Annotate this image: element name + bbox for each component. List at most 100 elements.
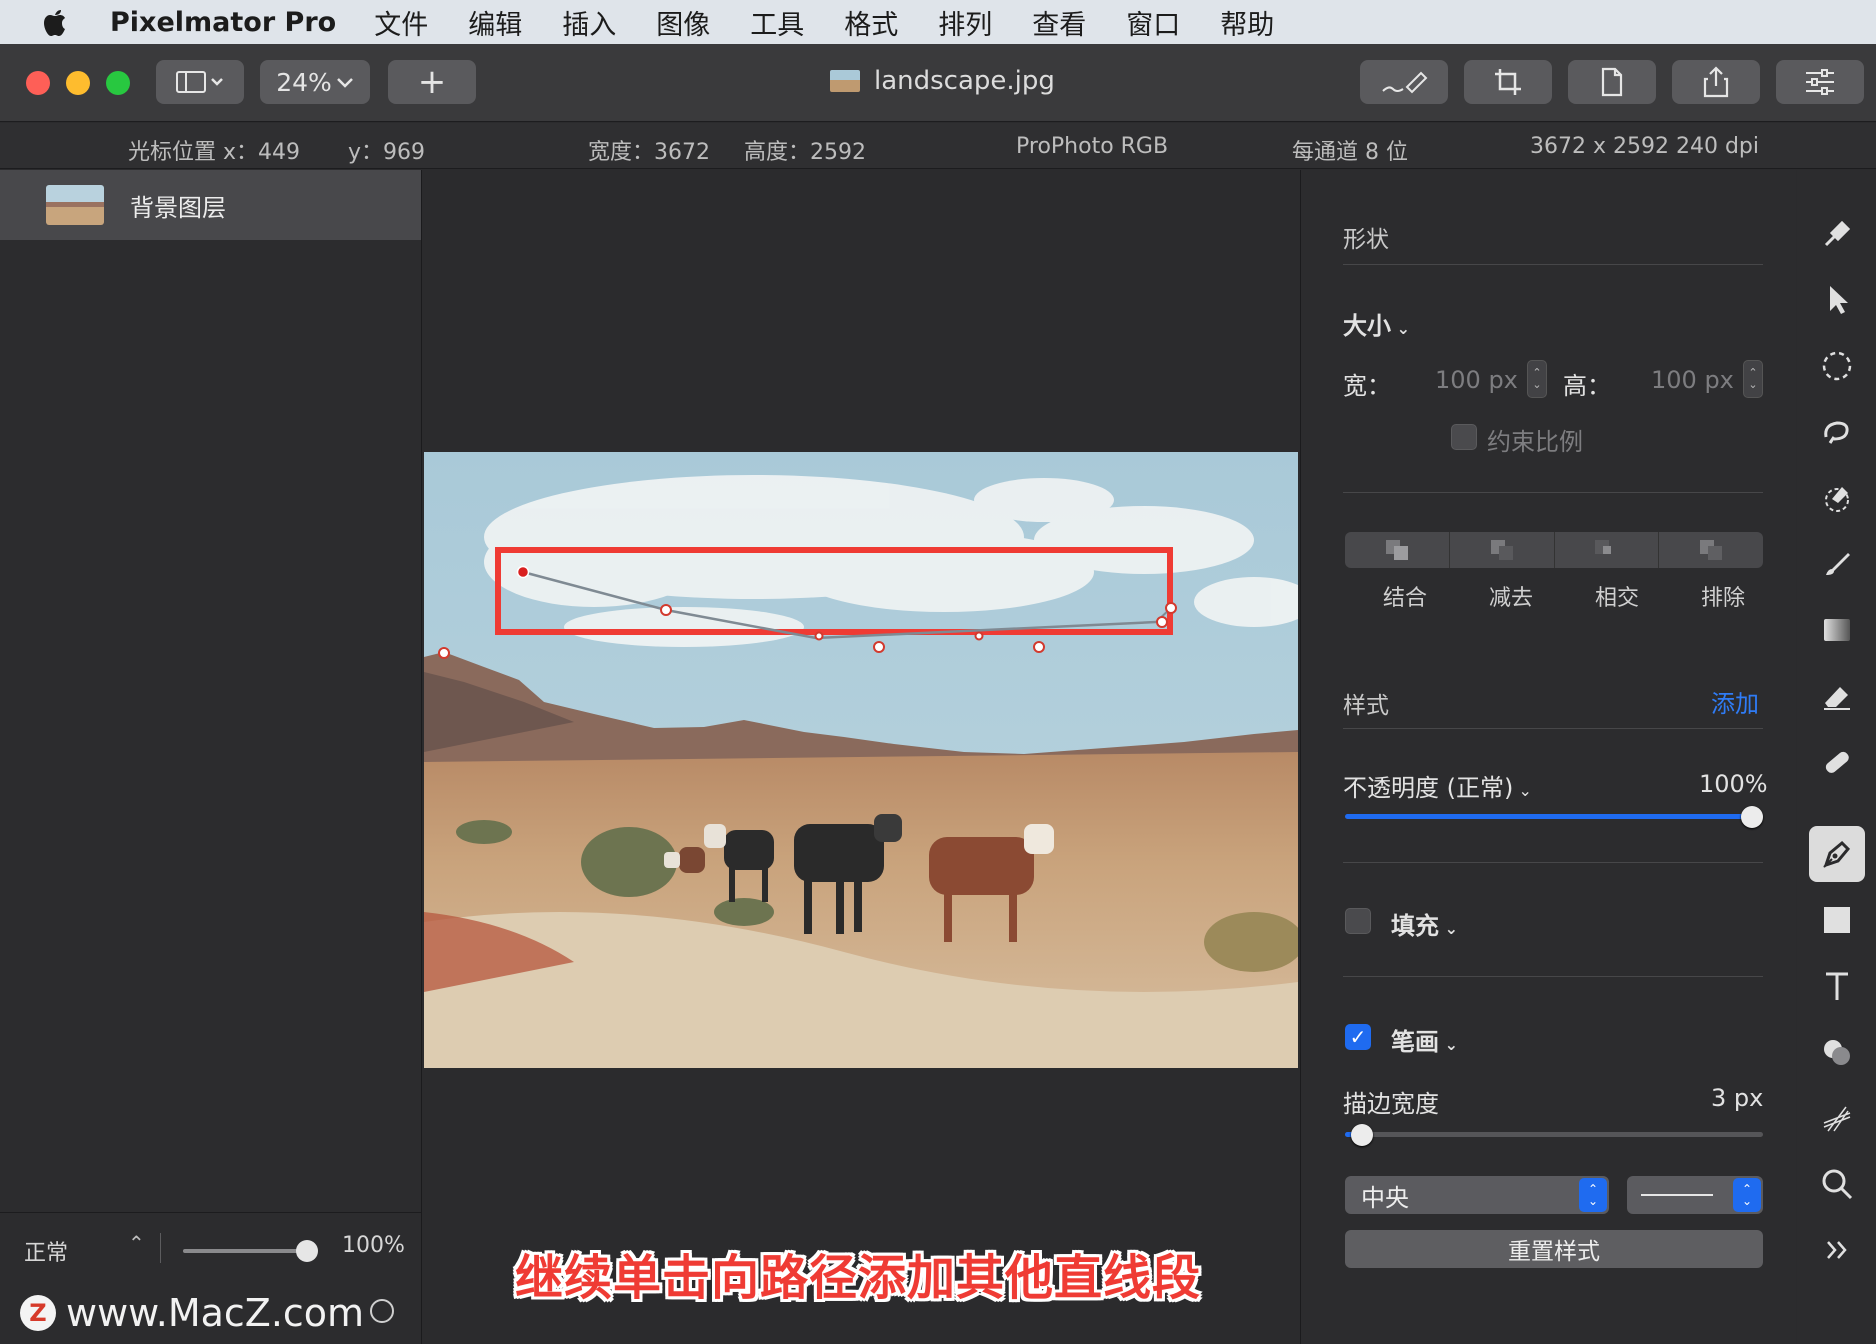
zoom-tool[interactable] [1809,1156,1865,1212]
pen-tool[interactable] [1809,826,1865,882]
color-profile: ProPhoto RGB [1016,134,1169,159]
menu-view[interactable]: 查看 [1032,3,1086,42]
quick-selection-tool[interactable] [1809,404,1865,460]
path-start-point[interactable] [516,565,530,579]
fill-section-toggle[interactable]: 填充 ⌄ [1391,906,1458,941]
paint-brush-style-icon [1824,220,1851,247]
clone-tool[interactable] [1809,1024,1865,1080]
layer-opacity-value: 100% [342,1233,405,1258]
image-width: 宽度：3672 [588,140,710,165]
subtract-label: 减去 [1489,586,1534,611]
combine-button[interactable] [1345,532,1450,568]
lasso-icon [1824,421,1849,444]
height-field[interactable]: 100 px [1651,366,1734,394]
stroke-position-select[interactable]: 中央 ⌃ ⌄ [1345,1176,1609,1214]
menu-file[interactable]: 文件 [374,3,428,42]
add-style-link[interactable]: 添加 [1711,684,1759,719]
stroke-section-toggle[interactable]: 笔画 ⌄ [1391,1022,1458,1057]
path-anchor-point[interactable] [660,604,672,616]
shape-tool[interactable] [1809,892,1865,948]
layer-opacity-slider-knob[interactable] [296,1240,318,1262]
vector-path-overlay[interactable] [423,170,1299,1344]
opacity-label: 不透明度 (正常) [1343,774,1514,802]
solid-line-icon [1641,1194,1713,1196]
layer-options-icon[interactable] [370,1299,394,1323]
menu-format[interactable]: 格式 [844,3,898,42]
width-field[interactable]: 100 px [1435,366,1518,394]
selection-tool[interactable] [1809,338,1865,394]
stroke-width-slider-knob[interactable] [1351,1124,1373,1146]
inspector-panel: 形状 大小 ⌄ 宽： 100 px ⌃ ⌄ 高： 100 px ⌃ ⌄ 约束比例 结… [1300,170,1796,1344]
opacity-blend-toggle[interactable]: 不透明度 (正常) ⌄ [1343,768,1532,803]
reset-style-button[interactable]: 重置样式 [1345,1230,1763,1268]
fill-checkbox[interactable] [1345,908,1371,934]
minimize-window-button[interactable] [66,71,90,95]
type-tool[interactable] [1809,958,1865,1014]
path-anchor-point[interactable] [814,631,824,641]
tutorial-caption: 继续单击向路径添加其他直线段 [514,1250,1201,1306]
intersect-icon [1595,540,1617,560]
menu-app-name[interactable]: Pixelmator Pro [110,7,336,38]
window-toolbar: 24% + landscape.jpg [0,44,1876,122]
path-anchor-point[interactable] [1033,641,1045,653]
layer-opacity-slider[interactable] [183,1249,313,1253]
combine-icon [1385,540,1408,560]
menu-help[interactable]: 帮助 [1220,3,1274,42]
exclude-button[interactable] [1659,532,1763,568]
path-anchor-point[interactable] [1165,602,1177,614]
distort-tool[interactable] [1809,1090,1865,1146]
sidebar-toggle-button[interactable] [156,60,244,104]
layer-row[interactable]: 背景图层 [0,170,421,240]
size-section-toggle[interactable]: 大小 ⌄ [1343,306,1410,341]
path-anchor-point[interactable] [974,631,984,641]
repair-tool[interactable] [1809,734,1865,790]
tools-toggle-button[interactable] [1360,60,1448,104]
stroke-type-select[interactable]: ⌃ ⌄ [1627,1176,1763,1214]
zoom-value: 24% [276,67,332,97]
more-tools-button[interactable] [1809,1222,1865,1278]
stroke-width-slider[interactable] [1345,1132,1763,1137]
constrain-proportions-checkbox[interactable] [1451,424,1477,450]
apple-menu-icon[interactable] [0,7,110,37]
color-selection-tool[interactable] [1809,470,1865,526]
zoom-dropdown[interactable]: 24% [260,60,370,104]
menu-arrange[interactable]: 排列 [938,3,992,42]
format-document-button[interactable] [1568,60,1656,104]
close-window-button[interactable] [26,71,50,95]
stroke-checkbox[interactable]: ✓ [1345,1024,1371,1050]
path-anchor-point[interactable] [1156,616,1168,628]
magnifier-icon [1822,1169,1853,1200]
menu-tools[interactable]: 工具 [750,3,804,42]
menu-bar: Pixelmator Pro 文件 编辑 插入 图像 工具 格式 排列 查看 窗… [0,0,1876,44]
watermark-logo: Z [20,1295,56,1331]
path-anchor-point[interactable] [873,641,885,653]
opacity-slider[interactable] [1345,814,1763,819]
chevron-down-icon: ⌄ [1439,1035,1458,1054]
fill-label: 填充 [1391,912,1439,940]
zoom-window-button[interactable] [106,71,130,95]
menu-image[interactable]: 图像 [656,3,710,42]
height-stepper[interactable]: ⌃ ⌄ [1743,360,1763,398]
path-anchor-point[interactable] [438,647,450,659]
crop-button[interactable] [1464,60,1552,104]
canvas-area[interactable]: 继续单击向路径添加其他直线段 [423,170,1299,1344]
gradient-tool[interactable] [1809,602,1865,658]
width-stepper[interactable]: ⌃ ⌄ [1527,360,1547,398]
menu-insert[interactable]: 插入 [562,3,616,42]
blend-mode-select[interactable]: 正常 [24,1235,68,1267]
eraser-icon [1824,687,1850,710]
adjust-panel-button[interactable] [1776,60,1864,104]
erase-tool[interactable] [1809,668,1865,724]
intersect-button[interactable] [1555,532,1660,568]
opacity-slider-knob[interactable] [1741,806,1763,828]
paint-tool[interactable] [1809,536,1865,592]
menu-edit[interactable]: 编辑 [468,3,522,42]
menu-window[interactable]: 窗口 [1126,3,1180,42]
arrange-tool[interactable] [1809,272,1865,328]
layer-thumbnail [46,185,104,225]
subtract-button[interactable] [1450,532,1555,568]
add-button[interactable]: + [388,60,476,104]
share-button[interactable] [1672,60,1760,104]
style-tool[interactable] [1809,206,1865,262]
cursor-x: 光标位置 x：449 [128,140,301,165]
